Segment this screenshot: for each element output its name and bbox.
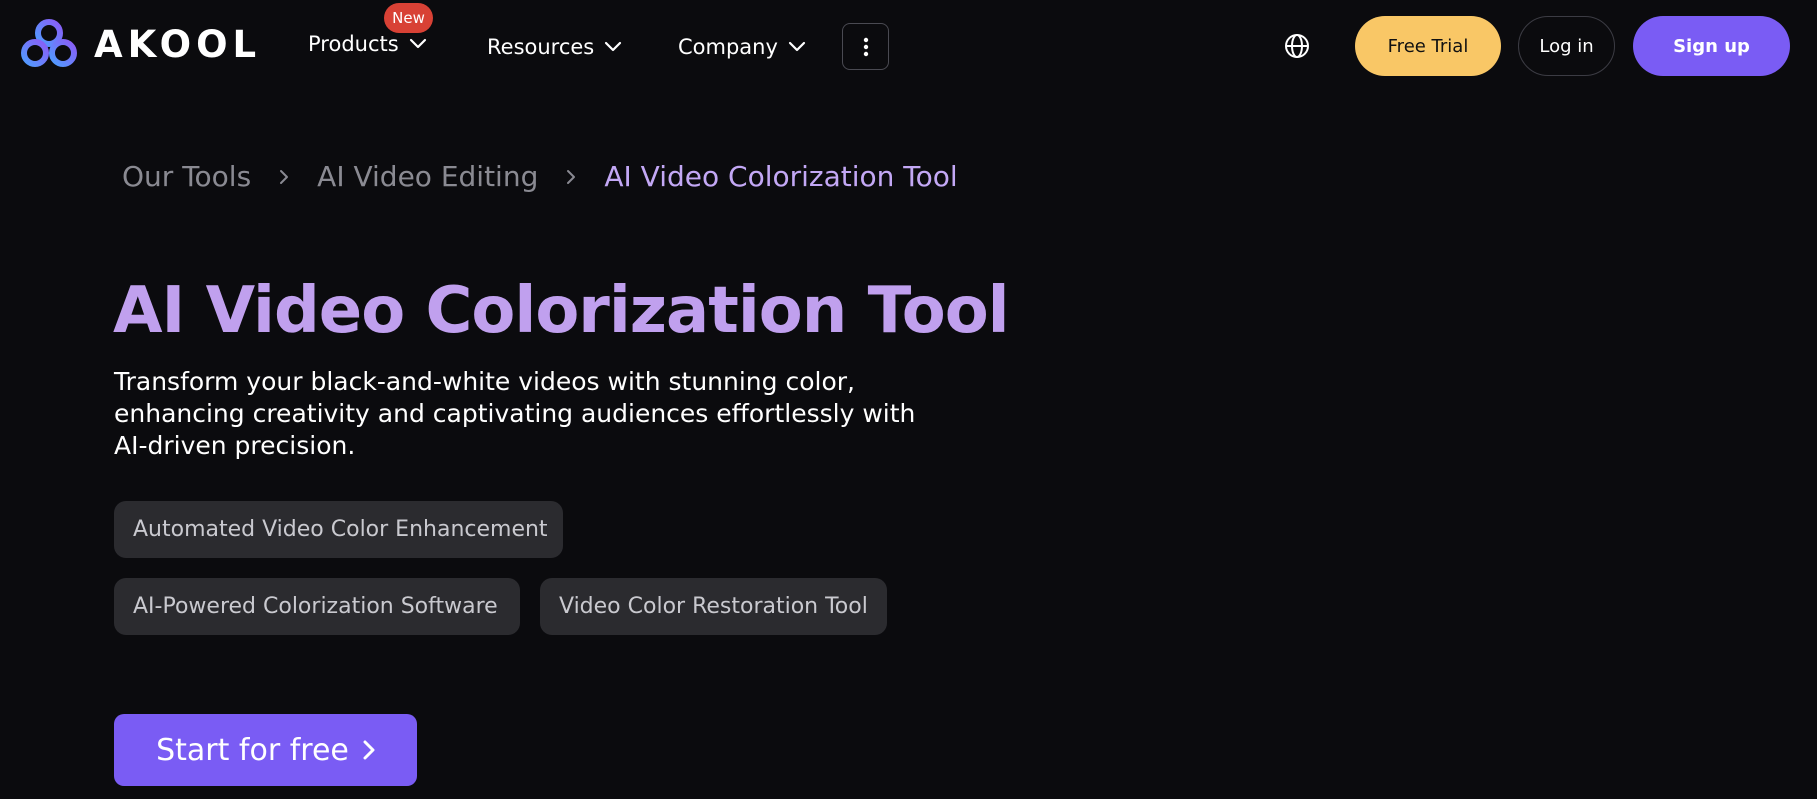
site-header: AKOOL Products New Resources Company Fre… [0,0,1817,92]
nav-company[interactable]: Company [678,35,806,59]
brand-name: AKOOL [94,22,262,66]
chevron-right-icon [280,169,289,184]
nav-products[interactable]: Products [308,32,427,56]
chevron-right-icon [567,169,576,184]
login-button[interactable]: Log in [1518,16,1615,76]
nav-resources-label: Resources [487,35,595,59]
language-selector[interactable] [1284,33,1310,59]
chevron-down-icon [409,38,426,49]
page-title: AI Video Colorization Tool [113,274,1010,348]
more-menu-button[interactable] [842,23,889,70]
free-trial-button[interactable]: Free Trial [1355,16,1501,76]
nav-products-label: Products [308,32,399,56]
vertical-dots-icon [863,37,868,56]
chevron-down-icon [788,41,806,52]
globe-icon [1285,34,1309,58]
nav-resources[interactable]: Resources [487,35,622,59]
nav-company-label: Company [678,35,778,59]
breadcrumb-current: AI Video Colorization Tool [604,160,958,193]
breadcrumb: Our Tools AI Video Editing AI Video Colo… [122,160,958,193]
chevron-right-icon [363,740,375,760]
breadcrumb-our-tools[interactable]: Our Tools [122,160,251,193]
chevron-down-icon [605,41,622,52]
cta-label: Start for free [156,732,349,768]
signup-button[interactable]: Sign up [1633,16,1790,76]
hero-subtitle: Transform your black-and-white videos wi… [114,367,916,460]
feature-tag: Automated Video Color Enhancement [114,501,563,558]
feature-tag: AI-Powered Colorization Software [114,578,520,635]
brand-logo[interactable]: AKOOL [20,17,261,71]
start-for-free-button[interactable]: Start for free [114,714,417,786]
feature-tag: Video Color Restoration Tool [540,578,887,635]
akool-logo-icon [21,19,77,67]
new-badge: New [384,3,433,33]
breadcrumb-ai-video-editing[interactable]: AI Video Editing [317,160,538,193]
